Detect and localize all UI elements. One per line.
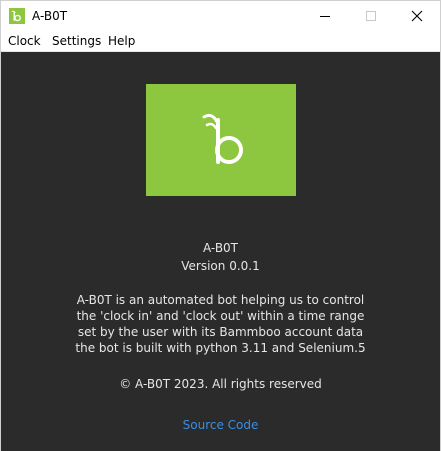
minimize-icon xyxy=(320,16,330,17)
close-icon xyxy=(411,10,423,22)
maximize-button[interactable] xyxy=(348,1,394,31)
close-button[interactable] xyxy=(394,1,440,31)
minimize-button[interactable] xyxy=(302,1,348,31)
maximize-icon xyxy=(366,11,376,21)
app-window: A-B0T Clock Settings Help A-B0T Version … xyxy=(0,0,441,451)
menu-settings[interactable]: Settings xyxy=(52,33,101,49)
menu-bar: Clock Settings Help xyxy=(1,31,440,52)
title-bar[interactable]: A-B0T xyxy=(1,1,440,31)
menu-help[interactable]: Help xyxy=(108,33,135,49)
about-panel: A-B0T Version 0.0.1 A-B0T is an automate… xyxy=(1,52,440,451)
description-line: A-B0T is an automated bot helping us to … xyxy=(76,293,365,307)
source-link-container: Source Code xyxy=(1,417,440,433)
source-code-link[interactable]: Source Code xyxy=(183,418,259,432)
app-name: A-B0T xyxy=(202,241,239,255)
copyright-text: © A-B0T 2023. All rights reserved xyxy=(119,377,322,391)
description-line: the 'clock in' and 'clock out' within a … xyxy=(76,309,365,323)
description-line: set by the user with its Bammboo account… xyxy=(77,325,364,339)
bamboo-b-icon xyxy=(9,8,25,24)
version-label: Version 0.0.1 xyxy=(181,259,260,273)
bamboo-b-logo xyxy=(146,84,296,196)
description-line: the bot is built with python 3.11 and Se… xyxy=(75,341,366,355)
menu-clock[interactable]: Clock xyxy=(8,33,41,49)
window-title: A-B0T xyxy=(32,9,68,23)
